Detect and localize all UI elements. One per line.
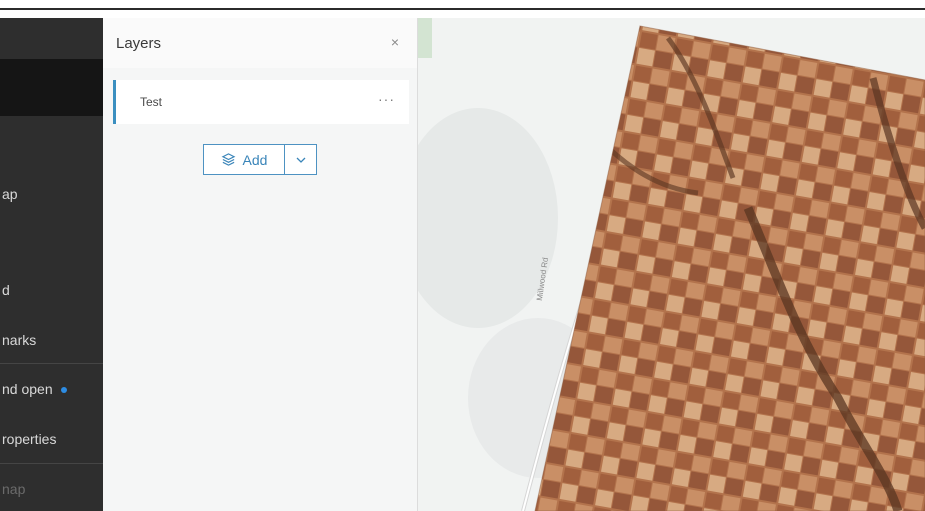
sidebar-item-map[interactable]: ap bbox=[0, 186, 103, 202]
sidebar-divider bbox=[0, 463, 103, 464]
map-view[interactable] bbox=[418, 18, 925, 511]
sidebar-item-add[interactable]: d bbox=[0, 282, 103, 298]
chevron-down-icon bbox=[296, 157, 305, 163]
map-canvas bbox=[418, 18, 925, 511]
park-area bbox=[418, 18, 432, 58]
sidebar-active-item[interactable] bbox=[0, 59, 103, 116]
add-layer-button-group: Add bbox=[203, 144, 317, 175]
sidebar-item-label: nd open bbox=[2, 381, 53, 397]
add-layer-dropdown[interactable] bbox=[285, 144, 317, 175]
layers-panel-header: Layers × bbox=[103, 18, 417, 68]
layer-name: Test bbox=[140, 95, 163, 109]
more-options-icon[interactable]: ··· bbox=[378, 91, 395, 107]
panel-title: Layers bbox=[116, 35, 162, 52]
sidebar-divider bbox=[0, 363, 103, 364]
sidebar-item-bookmarks[interactable]: narks bbox=[0, 332, 103, 348]
layers-panel: Layers × Test ··· Add bbox=[103, 18, 418, 511]
sidebar-item-save-and-open[interactable]: nd open bbox=[0, 381, 103, 397]
unsaved-indicator-dot bbox=[60, 387, 67, 394]
window-top-border bbox=[0, 8, 925, 10]
add-button-label: Add bbox=[242, 151, 268, 168]
sidebar-item-share-map[interactable]: nap bbox=[0, 481, 103, 497]
layers-icon bbox=[221, 153, 235, 166]
close-icon[interactable]: × bbox=[391, 34, 399, 50]
sidebar-item-properties[interactable]: roperties bbox=[0, 431, 103, 447]
layer-item[interactable]: Test ··· bbox=[113, 80, 409, 124]
add-layer-button[interactable]: Add bbox=[203, 144, 285, 175]
